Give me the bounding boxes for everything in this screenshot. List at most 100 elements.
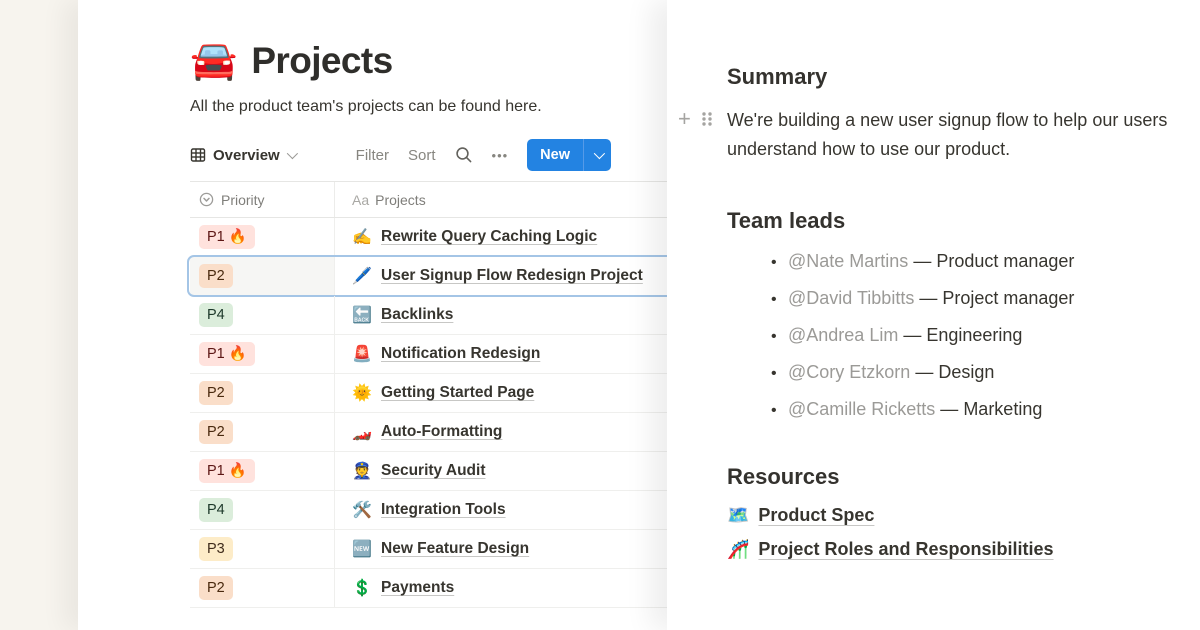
table-row[interactable]: P1 🔥 👮 Security Audit: [190, 452, 667, 491]
project-title-link[interactable]: Payments: [381, 579, 454, 597]
resource-title-link[interactable]: Project Roles and Responsibilities: [758, 539, 1053, 560]
project-cell[interactable]: ✍️ Rewrite Query Caching Logic: [335, 218, 667, 256]
bullet-icon: •: [771, 254, 788, 272]
project-cell[interactable]: 🚨 Notification Redesign: [335, 335, 667, 373]
project-emoji-icon: 🏎️: [352, 422, 372, 442]
person-mention[interactable]: @Andrea Lim: [788, 325, 898, 345]
project-emoji-icon: 👮: [352, 461, 372, 481]
project-title-link[interactable]: Backlinks: [381, 306, 453, 324]
project-emoji-icon: ✍️: [352, 227, 372, 247]
project-cell[interactable]: 🏎️ Auto-Formatting: [335, 413, 667, 451]
more-options-icon[interactable]: •••: [492, 148, 509, 163]
block-controls: +: [678, 110, 714, 128]
column-header-projects[interactable]: Aa Projects: [335, 182, 667, 217]
view-switcher[interactable]: Overview: [190, 147, 295, 164]
filter-button[interactable]: Filter: [356, 147, 389, 164]
column-title: Projects: [375, 192, 426, 208]
priority-cell[interactable]: P4: [190, 296, 335, 334]
priority-cell[interactable]: P2: [190, 257, 335, 295]
new-button[interactable]: New: [527, 139, 611, 171]
bullet-icon: •: [771, 328, 788, 346]
search-icon[interactable]: [455, 146, 473, 164]
project-emoji-icon: 🆕: [352, 539, 372, 559]
project-cell[interactable]: 💲 Payments: [335, 569, 667, 607]
project-emoji-icon: 🚨: [352, 344, 372, 364]
add-block-icon[interactable]: +: [678, 110, 691, 128]
table-body: P1 🔥 ✍️ Rewrite Query Caching Logic P2 🖊…: [190, 218, 667, 608]
table-row[interactable]: P2 💲 Payments: [190, 569, 667, 608]
project-title-link[interactable]: User Signup Flow Redesign Project: [381, 267, 643, 285]
priority-cell[interactable]: P2: [190, 569, 335, 607]
title-property-icon: Aa: [352, 192, 369, 208]
priority-cell[interactable]: P2: [190, 374, 335, 412]
new-button-label[interactable]: New: [527, 139, 583, 171]
priority-badge: P3: [199, 537, 233, 561]
table-row[interactable]: P4 🔙 Backlinks: [190, 296, 667, 335]
project-title-link[interactable]: Rewrite Query Caching Logic: [381, 228, 597, 246]
summary-text[interactable]: We're building a new user signup flow to…: [727, 106, 1200, 164]
table-row[interactable]: P2 🖊️ User Signup Flow Redesign Project: [190, 257, 667, 296]
priority-cell[interactable]: P1 🔥: [190, 335, 335, 373]
projects-table: Priority Aa Projects P1 🔥 ✍️ Rewrite Que…: [190, 181, 667, 608]
project-cell[interactable]: 🖊️ User Signup Flow Redesign Project: [335, 257, 667, 295]
priority-badge: P2: [199, 420, 233, 444]
person-role: Marketing: [963, 399, 1042, 419]
project-title-link[interactable]: Integration Tools: [381, 501, 506, 519]
project-cell[interactable]: 🛠️ Integration Tools: [335, 491, 667, 529]
team-lead-item: • @Nate Martins — Product manager: [771, 251, 1200, 272]
resources-heading: Resources: [727, 464, 1200, 490]
database-toolbar: Overview Filter Sort ••• New: [190, 139, 611, 171]
priority-cell[interactable]: P3: [190, 530, 335, 568]
table-row[interactable]: P1 🔥 ✍️ Rewrite Query Caching Logic: [190, 218, 667, 257]
bullet-icon: •: [771, 291, 788, 309]
project-cell[interactable]: 🔙 Backlinks: [335, 296, 667, 334]
priority-badge: P2: [199, 576, 233, 600]
person-mention[interactable]: @Cory Etzkorn: [788, 362, 910, 382]
team-lead-item: • @Cory Etzkorn — Design: [771, 362, 1200, 383]
priority-cell[interactable]: P1 🔥: [190, 218, 335, 256]
new-dropdown-button[interactable]: [584, 139, 611, 171]
table-view-icon: [190, 147, 206, 163]
project-emoji-icon: 🌞: [352, 383, 372, 403]
sort-button[interactable]: Sort: [408, 147, 436, 164]
project-title-link[interactable]: New Feature Design: [381, 540, 529, 558]
bullet-icon: •: [771, 365, 788, 383]
project-cell[interactable]: 🌞 Getting Started Page: [335, 374, 667, 412]
person-mention[interactable]: @David Tibbitts: [788, 288, 914, 308]
person-mention[interactable]: @Camille Ricketts: [788, 399, 935, 419]
person-role: Project manager: [942, 288, 1074, 308]
priority-cell[interactable]: P1 🔥: [190, 452, 335, 490]
resource-title-link[interactable]: Product Spec: [758, 505, 874, 526]
project-title-link[interactable]: Security Audit: [381, 462, 486, 480]
view-name: Overview: [213, 147, 280, 164]
person-role: Engineering: [926, 325, 1022, 345]
table-row[interactable]: P2 🌞 Getting Started Page: [190, 374, 667, 413]
page-icon-car[interactable]: 🚘: [190, 42, 237, 80]
project-emoji-icon: 💲: [352, 578, 372, 598]
project-title-link[interactable]: Getting Started Page: [381, 384, 534, 402]
table-row[interactable]: P4 🛠️ Integration Tools: [190, 491, 667, 530]
database-panel: 🚘 Projects All the product team's projec…: [78, 0, 667, 630]
project-cell[interactable]: 🆕 New Feature Design: [335, 530, 667, 568]
summary-heading: Summary: [727, 64, 1200, 90]
drag-handle-icon[interactable]: [700, 110, 714, 128]
priority-cell[interactable]: P2: [190, 413, 335, 451]
person-mention[interactable]: @Nate Martins: [788, 251, 908, 271]
team-lead-item: • @Andrea Lim — Engineering: [771, 325, 1200, 346]
table-row[interactable]: P1 🔥 🚨 Notification Redesign: [190, 335, 667, 374]
resource-link-item[interactable]: 🗺️ Product Spec: [727, 505, 1200, 526]
resources-list: 🗺️ Product Spec 🎢 Project Roles and Resp…: [727, 505, 1200, 560]
table-row[interactable]: P3 🆕 New Feature Design: [190, 530, 667, 569]
page-title: Projects: [251, 40, 392, 82]
chevron-down-icon: [286, 148, 297, 159]
project-title-link[interactable]: Notification Redesign: [381, 345, 540, 363]
project-cell[interactable]: 👮 Security Audit: [335, 452, 667, 490]
person-role: Product manager: [936, 251, 1074, 271]
project-title-link[interactable]: Auto-Formatting: [381, 423, 502, 441]
priority-cell[interactable]: P4: [190, 491, 335, 529]
priority-badge: P1 🔥: [199, 225, 255, 249]
table-row[interactable]: P2 🏎️ Auto-Formatting: [190, 413, 667, 452]
page-description: All the product team's projects can be f…: [190, 95, 546, 119]
resource-link-item[interactable]: 🎢 Project Roles and Responsibilities: [727, 539, 1200, 560]
column-header-priority[interactable]: Priority: [190, 182, 335, 217]
